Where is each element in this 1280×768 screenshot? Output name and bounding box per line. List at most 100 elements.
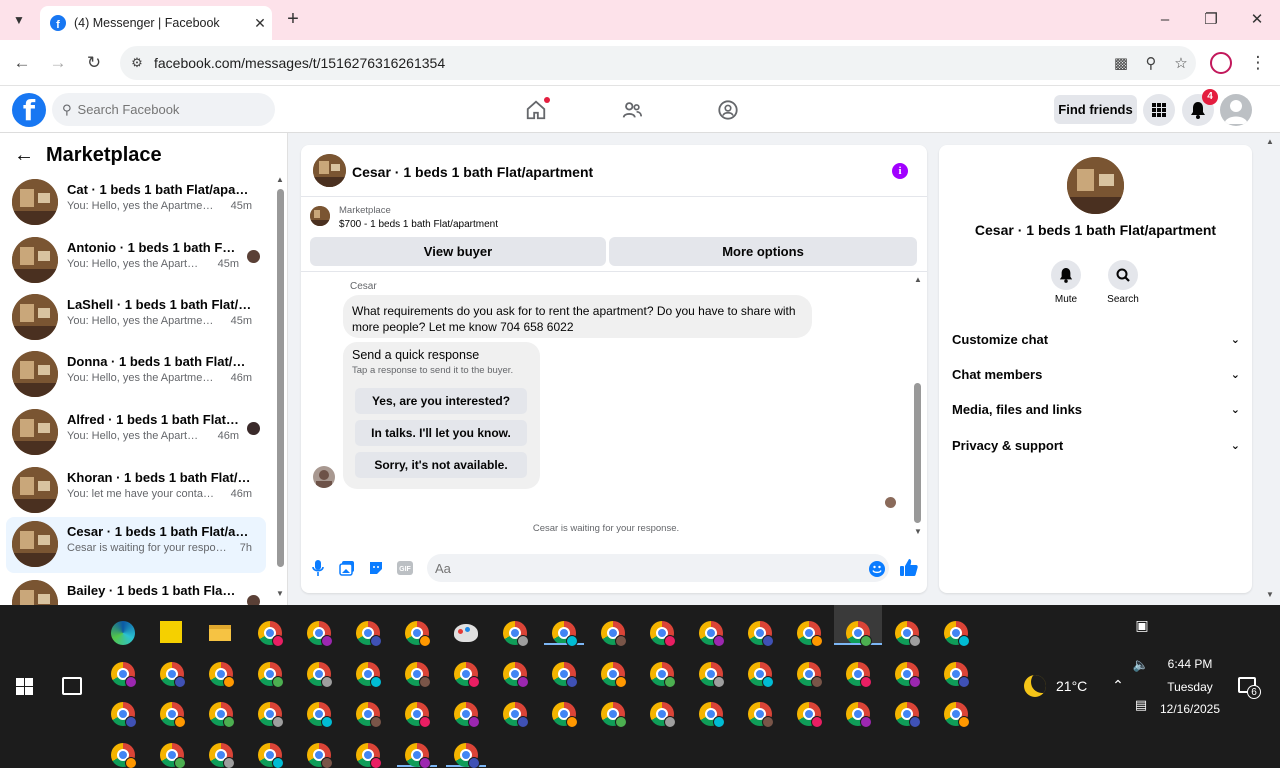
find-friends-button[interactable]: Find friends (1054, 95, 1137, 124)
media-files-section[interactable]: Media, files and links ⌄ (952, 399, 1240, 419)
clock-date[interactable]: 12/16/2025 (1156, 702, 1224, 716)
chrome-icon[interactable] (258, 743, 284, 768)
chrome-icon[interactable] (797, 621, 823, 647)
view-buyer-button[interactable]: View buyer (310, 237, 606, 266)
chrome-icon[interactable] (944, 662, 970, 688)
chrome-icon[interactable] (307, 662, 333, 688)
minimize-icon[interactable]: – (1142, 6, 1188, 34)
new-tab-plus-icon[interactable]: + (282, 8, 304, 30)
back-arrow-icon[interactable]: ← (9, 50, 35, 76)
chrome-icon[interactable] (307, 743, 333, 768)
chrome-icon[interactable] (160, 702, 186, 728)
facebook-search-input[interactable] (77, 102, 258, 117)
clock-day[interactable]: Tuesday (1156, 680, 1224, 694)
chrome-icon[interactable] (699, 702, 725, 728)
chrome-icon[interactable] (405, 743, 431, 768)
message-input[interactable] (427, 554, 889, 582)
thumbs-up-icon[interactable] (899, 558, 919, 578)
chrome-icon[interactable] (356, 621, 382, 647)
more-options-button[interactable]: More options (609, 237, 917, 266)
site-info-icon[interactable]: ⚙ (120, 55, 154, 71)
chrome-icon[interactable] (944, 621, 970, 647)
paint-icon[interactable] (454, 621, 480, 647)
bookmark-star-icon[interactable]: ☆ (1166, 54, 1196, 72)
chat-avatar[interactable] (313, 154, 346, 187)
network-icon[interactable]: ▤ (1132, 697, 1150, 713)
chrome-icon[interactable] (454, 702, 480, 728)
tab-close-icon[interactable]: ✕ (248, 15, 272, 32)
file-explorer-icon[interactable] (209, 621, 235, 647)
chrome-icon[interactable] (748, 702, 774, 728)
chrome-icon[interactable] (797, 662, 823, 688)
chrome-icon[interactable] (895, 662, 921, 688)
chrome-icon[interactable] (258, 621, 284, 647)
quick-reply-button[interactable]: Yes, are you interested? (355, 388, 527, 414)
conversation-item-active[interactable]: Cesar · 1 beds 1 bath Flat/apart... Cesa… (6, 517, 266, 573)
facebook-search[interactable]: ⚲ (52, 93, 275, 126)
chrome-icon[interactable] (111, 702, 137, 728)
page-scroll-down-arrow-icon[interactable]: ▼ (1266, 590, 1274, 599)
chrome-icon[interactable] (503, 702, 529, 728)
address-bar[interactable]: ⚙ facebook.com/messages/t/15162763162613… (120, 46, 1196, 80)
sidebar-scrollbar[interactable]: ▲ ▼ (275, 175, 285, 605)
groups-icon[interactable] (714, 96, 742, 124)
clock-time[interactable]: 6:44 PM (1156, 657, 1224, 671)
chrome-icon[interactable] (846, 702, 872, 728)
conversation-item[interactable]: Bailey · 1 beds 1 bath Flat/apa... (6, 576, 266, 605)
url-text[interactable]: facebook.com/messages/t/1516276316261354 (154, 55, 1106, 71)
chrome-icon[interactable] (307, 702, 333, 728)
browser-tab[interactable]: f (4) Messenger | Facebook ✕ (40, 6, 272, 40)
chrome-icon[interactable] (454, 743, 480, 768)
install-app-icon[interactable]: ▩ (1106, 54, 1136, 72)
window-close-icon[interactable]: ✕ (1234, 6, 1280, 34)
chrome-icon[interactable] (944, 702, 970, 728)
sticker-icon[interactable] (366, 558, 386, 578)
chrome-icon[interactable] (209, 662, 235, 688)
chrome-icon[interactable] (748, 621, 774, 647)
conversation-item[interactable]: Alfred · 1 beds 1 bath Flat/apa... You: … (6, 405, 266, 461)
tab-search-chevron-icon[interactable]: ▼ (6, 8, 32, 32)
conversation-item[interactable]: Antonio · 1 beds 1 bath Flat/a... You: H… (6, 233, 266, 289)
chrome-icon[interactable] (797, 702, 823, 728)
customize-chat-section[interactable]: Customize chat ⌄ (952, 329, 1240, 349)
chrome-icon[interactable] (209, 743, 235, 768)
chrome-icon[interactable] (454, 662, 480, 688)
forward-arrow-icon[interactable]: → (45, 50, 71, 76)
back-arrow-icon[interactable]: ← (14, 144, 34, 167)
facebook-logo-icon[interactable]: f (12, 93, 46, 127)
chrome-icon[interactable] (111, 662, 137, 688)
chat-title[interactable]: Cesar · 1 beds 1 bath Flat/apartment (352, 164, 593, 180)
sidebar-scrollbar-thumb[interactable] (277, 189, 284, 567)
bell-icon[interactable] (1051, 260, 1081, 290)
buyer-avatar[interactable] (313, 466, 335, 488)
volume-icon[interactable]: 🔈 (1132, 657, 1150, 673)
emoji-icon[interactable] (869, 561, 885, 577)
menu-grid-icon[interactable] (1143, 94, 1175, 126)
chat-members-section[interactable]: Chat members ⌄ (952, 364, 1240, 384)
chrome-icon[interactable] (405, 621, 431, 647)
conversation-item[interactable]: Cat · 1 beds 1 bath Flat/apartment You: … (6, 175, 266, 231)
chrome-icon[interactable] (356, 662, 382, 688)
conversation-item[interactable]: Donna · 1 beds 1 bath Flat/apart... You:… (6, 347, 266, 403)
browser-profile-icon[interactable] (1210, 52, 1232, 74)
search-icon[interactable] (1108, 260, 1138, 290)
chrome-icon[interactable] (405, 702, 431, 728)
search-action[interactable]: Search (1093, 260, 1153, 305)
chrome-icon[interactable] (650, 662, 676, 688)
scroll-down-arrow-icon[interactable]: ▼ (914, 527, 922, 536)
microphone-icon[interactable] (308, 558, 328, 578)
windows-start-icon[interactable] (16, 678, 33, 695)
chrome-icon[interactable] (601, 621, 627, 647)
privacy-support-section[interactable]: Privacy & support ⌄ (952, 435, 1240, 455)
chrome-icon[interactable] (650, 702, 676, 728)
gif-icon[interactable]: GIF (395, 558, 415, 578)
scroll-up-arrow-icon[interactable]: ▲ (276, 175, 284, 184)
meet-now-icon[interactable]: ▣ (1134, 617, 1150, 634)
reload-icon[interactable]: ↻ (81, 50, 107, 76)
mute-action[interactable]: Mute (1036, 260, 1096, 305)
quick-reply-button[interactable]: In talks. I'll let you know. (355, 420, 527, 446)
conversation-item[interactable]: Khoran · 1 beds 1 bath Flat/apar... You:… (6, 463, 266, 519)
chrome-icon[interactable] (748, 662, 774, 688)
account-avatar[interactable] (1220, 94, 1252, 126)
restore-icon[interactable]: ❐ (1188, 6, 1234, 34)
